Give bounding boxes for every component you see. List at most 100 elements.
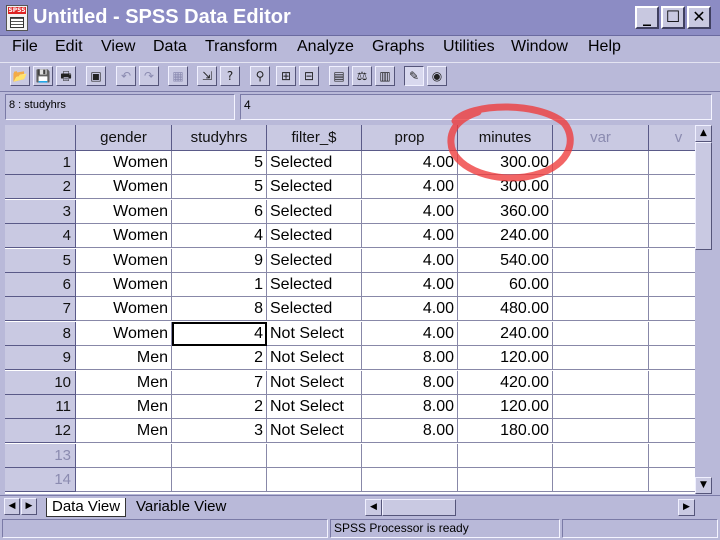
column-header-minutes[interactable]: minutes xyxy=(458,125,553,151)
data-cell-gender[interactable]: Women xyxy=(76,200,172,224)
goto-chart-icon[interactable]: ▦ xyxy=(168,66,188,86)
data-cell-gender[interactable]: Women xyxy=(76,151,172,175)
data-cell-filter[interactable]: Not Select xyxy=(267,371,362,395)
scroll-right-icon[interactable]: ▶ xyxy=(678,499,695,516)
data-cell-studyhrs[interactable]: 1 xyxy=(172,273,267,297)
column-header-gender[interactable]: gender xyxy=(76,125,172,151)
horizontal-scrollbar[interactable]: ◀ ▶ xyxy=(365,499,695,516)
data-cell-filter[interactable]: Selected xyxy=(267,273,362,297)
data-cell-prop[interactable]: 4.00 xyxy=(362,322,458,346)
data-cell-minutes[interactable]: 360.00 xyxy=(458,200,553,224)
data-cell-studyhrs[interactable]: 5 xyxy=(172,151,267,175)
data-cell-gender[interactable] xyxy=(76,444,172,468)
data-cell-studyhrs[interactable]: 5 xyxy=(172,175,267,199)
empty-cell[interactable] xyxy=(553,371,649,395)
save-icon[interactable]: 💾 xyxy=(33,66,53,86)
grid-corner[interactable] xyxy=(5,125,76,151)
data-cell-minutes[interactable]: 180.00 xyxy=(458,419,553,443)
data-cell-studyhrs[interactable]: 9 xyxy=(172,249,267,273)
empty-cell[interactable] xyxy=(553,273,649,297)
data-cell-gender[interactable]: Men xyxy=(76,346,172,370)
empty-cell[interactable] xyxy=(553,200,649,224)
data-cell-filter[interactable]: Not Select xyxy=(267,322,362,346)
data-cell-studyhrs[interactable]: 3 xyxy=(172,419,267,443)
variables-icon[interactable]: ? xyxy=(220,66,240,86)
column-header-var[interactable]: var xyxy=(553,125,649,151)
column-header-v[interactable]: v xyxy=(649,125,695,151)
data-cell-minutes[interactable]: 120.00 xyxy=(458,346,553,370)
column-header-studyhrs[interactable]: studyhrs xyxy=(172,125,267,151)
data-cell-studyhrs[interactable]: 4 xyxy=(172,224,267,248)
insert-variable-icon[interactable]: ⊟ xyxy=(299,66,319,86)
scroll-left-icon[interactable]: ◀ xyxy=(365,499,382,516)
row-header[interactable]: 8 xyxy=(5,322,76,346)
data-grid[interactable]: gender studyhrs filter_$ prop minutes var v 1 Wo… xyxy=(5,125,695,494)
row-header[interactable]: 11 xyxy=(5,395,76,419)
data-cell-filter[interactable]: Not Select xyxy=(267,346,362,370)
empty-cell[interactable] xyxy=(649,419,695,443)
data-cell-studyhrs[interactable]: 2 xyxy=(172,346,267,370)
data-cell-filter[interactable] xyxy=(267,444,362,468)
empty-cell[interactable] xyxy=(649,346,695,370)
empty-cell[interactable] xyxy=(649,175,695,199)
row-header[interactable]: 5 xyxy=(5,249,76,273)
undo-icon[interactable]: ↶ xyxy=(116,66,136,86)
dialog-recall-icon[interactable]: ▣ xyxy=(86,66,106,86)
data-cell-prop[interactable]: 4.00 xyxy=(362,297,458,321)
tab-scroll-right-icon[interactable]: ▶ xyxy=(21,498,37,515)
menu-transform[interactable]: Transform xyxy=(205,38,277,56)
data-cell-studyhrs[interactable]: 6 xyxy=(172,200,267,224)
insert-case-icon[interactable]: ⊞ xyxy=(276,66,296,86)
data-cell-filter[interactable]: Selected xyxy=(267,224,362,248)
data-cell-minutes[interactable]: 240.00 xyxy=(458,322,553,346)
data-cell-prop[interactable] xyxy=(362,444,458,468)
data-cell-filter[interactable]: Selected xyxy=(267,200,362,224)
tab-data-view[interactable]: Data View xyxy=(46,498,127,517)
redo-icon[interactable]: ↷ xyxy=(139,66,159,86)
empty-cell[interactable] xyxy=(553,419,649,443)
data-cell-minutes[interactable]: 300.00 xyxy=(458,151,553,175)
data-cell-minutes[interactable]: 120.00 xyxy=(458,395,553,419)
cell-value-editor[interactable]: 4 xyxy=(240,94,712,120)
data-cell-gender[interactable]: Women xyxy=(76,175,172,199)
data-cell-prop[interactable]: 8.00 xyxy=(362,371,458,395)
row-header[interactable]: 14 xyxy=(5,468,76,492)
empty-cell[interactable] xyxy=(553,224,649,248)
print-icon[interactable]: 🖶 xyxy=(56,66,76,86)
empty-cell[interactable] xyxy=(649,249,695,273)
data-cell-gender[interactable]: Women xyxy=(76,322,172,346)
open-icon[interactable]: 📂 xyxy=(10,66,30,86)
scroll-up-icon[interactable]: ▲ xyxy=(695,125,712,142)
horizontal-scroll-thumb[interactable] xyxy=(382,499,456,516)
data-cell-studyhrs[interactable]: 2 xyxy=(172,395,267,419)
close-button[interactable]: ✕ xyxy=(687,6,711,29)
row-header[interactable]: 10 xyxy=(5,371,76,395)
use-sets-icon[interactable]: ◉ xyxy=(427,66,447,86)
row-header[interactable]: 7 xyxy=(5,297,76,321)
split-file-icon[interactable]: ▤ xyxy=(329,66,349,86)
vertical-scroll-thumb[interactable] xyxy=(695,142,712,250)
data-cell-gender[interactable]: Men xyxy=(76,419,172,443)
goto-case-icon[interactable]: ⇲ xyxy=(197,66,217,86)
data-cell-prop[interactable]: 4.00 xyxy=(362,151,458,175)
data-cell-minutes[interactable] xyxy=(458,444,553,468)
vertical-scrollbar[interactable]: ▲ ▼ xyxy=(695,125,712,494)
empty-cell[interactable] xyxy=(553,444,649,468)
menu-edit[interactable]: Edit xyxy=(55,38,83,56)
data-cell-minutes[interactable]: 420.00 xyxy=(458,371,553,395)
data-cell-studyhrs[interactable] xyxy=(172,444,267,468)
title-bar[interactable]: SPSS Untitled - SPSS Data Editor _ ☐ ✕ xyxy=(0,0,720,36)
data-cell-prop[interactable]: 4.00 xyxy=(362,200,458,224)
data-cell-minutes[interactable] xyxy=(458,468,553,492)
row-header[interactable]: 6 xyxy=(5,273,76,297)
data-cell-studyhrs[interactable]: 7 xyxy=(172,371,267,395)
weight-cases-icon[interactable]: ⚖ xyxy=(352,66,372,86)
data-cell-filter[interactable]: Selected xyxy=(267,175,362,199)
data-cell-prop[interactable]: 8.00 xyxy=(362,346,458,370)
data-cell-minutes[interactable]: 60.00 xyxy=(458,273,553,297)
data-cell-prop[interactable] xyxy=(362,468,458,492)
menu-graphs[interactable]: Graphs xyxy=(372,38,424,56)
data-cell-minutes[interactable]: 540.00 xyxy=(458,249,553,273)
minimize-button[interactable]: _ xyxy=(635,6,659,29)
empty-cell[interactable] xyxy=(649,151,695,175)
